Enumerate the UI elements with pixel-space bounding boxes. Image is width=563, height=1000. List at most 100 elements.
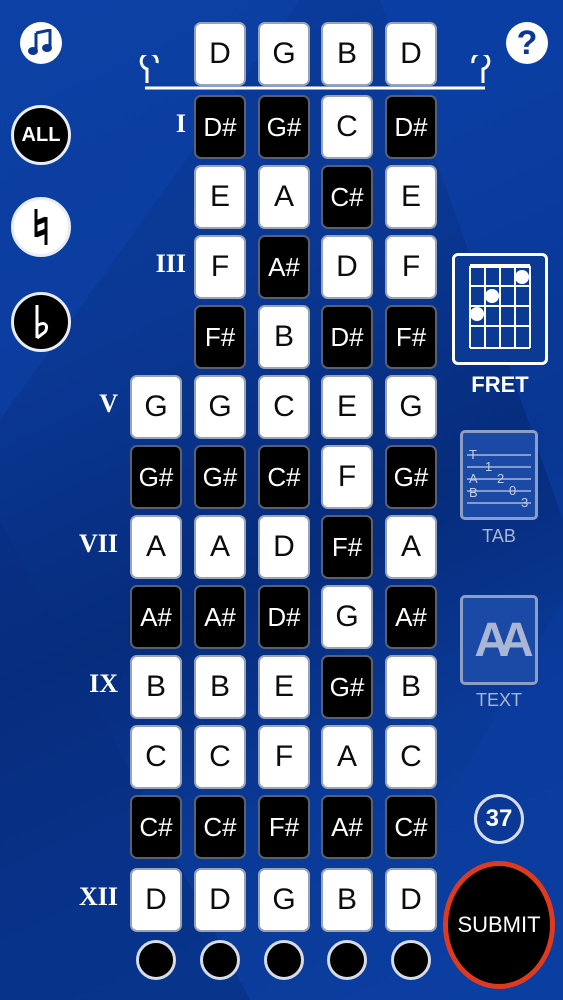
fret-note-cell[interactable]: C <box>194 725 246 789</box>
fret-number-label: XII <box>78 882 118 911</box>
text-view-button[interactable]: AA <box>460 595 538 685</box>
fret-note-cell[interactable]: G <box>194 375 246 439</box>
fret-note-cell[interactable]: G <box>258 868 310 932</box>
fret-note-cell[interactable]: F# <box>385 305 437 369</box>
fret-note-cell[interactable]: A <box>130 515 182 579</box>
natural-button[interactable] <box>11 197 71 257</box>
fret-note-cell[interactable]: C <box>258 375 310 439</box>
remaining-count: 37 <box>485 805 513 832</box>
help-button[interactable]: ? <box>506 22 548 64</box>
tab-digit-4: 3 <box>521 495 528 510</box>
fret-note-cell[interactable]: C# <box>321 165 373 229</box>
fret-note-cell[interactable]: A# <box>385 585 437 649</box>
fret-note-cell[interactable]: C <box>385 725 437 789</box>
fret-note-cell[interactable]: A <box>258 165 310 229</box>
flat-button[interactable] <box>11 292 71 352</box>
submit-button[interactable]: SUBMIT <box>443 861 555 989</box>
fret-number-label: V <box>99 389 118 418</box>
fret-note-cell[interactable]: B <box>258 305 310 369</box>
music-note-button[interactable] <box>20 22 62 64</box>
nut-decoration <box>139 55 491 90</box>
fret-label: FRET <box>471 372 529 397</box>
all-notes-button[interactable]: ALL <box>11 105 71 165</box>
open-string-note[interactable]: D <box>385 22 437 86</box>
fret-number-label: IX <box>89 669 118 698</box>
open-string-note[interactable]: B <box>321 22 373 86</box>
fret-note-cell[interactable]: B <box>130 655 182 719</box>
natural-sign-icon <box>34 209 48 245</box>
fret-note-cell[interactable]: C <box>130 725 182 789</box>
tab-digit-1: 1 <box>485 459 492 474</box>
fret-note-cell[interactable]: C# <box>385 795 437 859</box>
all-label: ALL <box>21 123 61 146</box>
fret-note-cell[interactable]: G# <box>194 445 246 509</box>
fret-note-cell[interactable]: C# <box>258 445 310 509</box>
fret-note-cell[interactable]: C# <box>130 795 182 859</box>
tab-char-b: B <box>469 485 478 500</box>
fret-note-cell[interactable]: E <box>321 375 373 439</box>
fret-number-label: I <box>175 109 186 138</box>
fret-note-cell[interactable]: G# <box>385 445 437 509</box>
fret-note-cell[interactable]: D <box>385 868 437 932</box>
fret-note-cell[interactable]: F <box>194 235 246 299</box>
fret-note-cell[interactable]: A# <box>130 585 182 649</box>
fret-note-cell[interactable]: E <box>385 165 437 229</box>
fret-note-cell[interactable]: G# <box>321 655 373 719</box>
fret-note-cell[interactable]: B <box>194 655 246 719</box>
help-icon: ? <box>516 24 538 62</box>
fret-note-cell[interactable]: F <box>385 235 437 299</box>
tablature-icon: T A B 1 2 0 3 <box>467 447 531 510</box>
tab-char-a: A <box>469 471 478 486</box>
music-note-icon <box>28 29 52 55</box>
fret-note-cell[interactable]: F <box>258 725 310 789</box>
string-selector-1[interactable] <box>136 940 176 980</box>
fret-note-cell[interactable]: C <box>321 95 373 159</box>
fret-note-cell[interactable]: G <box>321 585 373 649</box>
fret-note-cell[interactable]: D# <box>258 585 310 649</box>
fret-note-cell[interactable]: D <box>194 868 246 932</box>
text-label: TEXT <box>475 690 522 710</box>
fret-note-cell[interactable]: E <box>258 655 310 719</box>
fret-note-cell[interactable]: A# <box>321 795 373 859</box>
fret-note-cell[interactable]: G <box>385 375 437 439</box>
fret-note-cell[interactable]: D <box>321 235 373 299</box>
fret-note-cell[interactable]: A <box>385 515 437 579</box>
fret-note-cell[interactable]: D <box>130 868 182 932</box>
fret-note-cell[interactable]: A <box>321 725 373 789</box>
fret-number-label: III <box>155 249 186 278</box>
text-glyph-icon: AA <box>474 613 533 667</box>
fret-note-cell[interactable]: G <box>130 375 182 439</box>
fret-view-button[interactable] <box>452 253 548 365</box>
fret-note-cell[interactable]: G# <box>258 95 310 159</box>
string-selector-2[interactable] <box>200 940 240 980</box>
tab-digit-3: 0 <box>509 483 516 498</box>
fret-note-cell[interactable]: G# <box>130 445 182 509</box>
fret-note-cell[interactable]: B <box>385 655 437 719</box>
fret-note-cell[interactable]: C# <box>194 795 246 859</box>
fret-note-cell[interactable]: A# <box>258 235 310 299</box>
fret-note-cell[interactable]: D <box>258 515 310 579</box>
fret-note-cell[interactable]: A# <box>194 585 246 649</box>
fret-note-cell[interactable]: D# <box>321 305 373 369</box>
string-selector-5[interactable] <box>391 940 431 980</box>
submit-label: SUBMIT <box>457 912 541 937</box>
open-string-note[interactable]: G <box>258 22 310 86</box>
string-selector-3[interactable] <box>264 940 304 980</box>
fret-note-cell[interactable]: B <box>321 868 373 932</box>
fret-note-cell[interactable]: F# <box>194 305 246 369</box>
flat-sign-icon <box>35 305 49 340</box>
remaining-count-badge: 37 <box>474 794 524 844</box>
fret-note-cell[interactable]: D# <box>385 95 437 159</box>
fret-number-label: VII <box>78 529 118 558</box>
fret-note-cell[interactable]: F# <box>258 795 310 859</box>
fret-note-cell[interactable]: F <box>321 445 373 509</box>
tab-view-button[interactable]: T A B 1 2 0 3 <box>460 430 538 520</box>
fret-note-cell[interactable]: A <box>194 515 246 579</box>
open-string-note[interactable]: D <box>194 22 246 86</box>
tab-label: TAB <box>482 526 516 546</box>
fret-note-cell[interactable]: E <box>194 165 246 229</box>
tab-char-t: T <box>469 447 477 462</box>
string-selector-4[interactable] <box>327 940 367 980</box>
fret-note-cell[interactable]: D# <box>194 95 246 159</box>
fret-note-cell[interactable]: F# <box>321 515 373 579</box>
